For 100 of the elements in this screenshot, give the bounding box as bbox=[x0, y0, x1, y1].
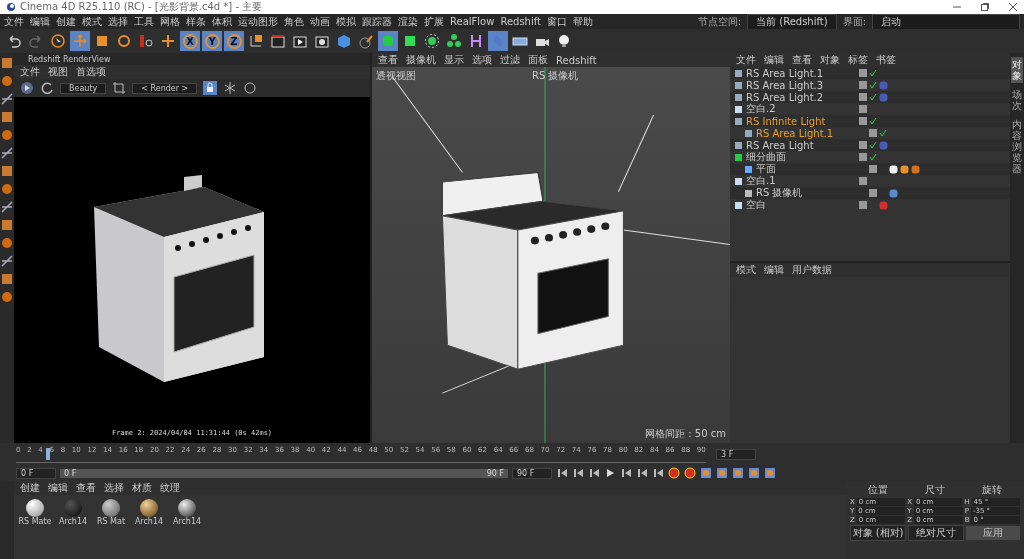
menu-item[interactable]: 过滤 bbox=[500, 53, 520, 67]
menu-item[interactable]: 摄像机 bbox=[406, 53, 436, 67]
menu-item[interactable]: 编辑 bbox=[764, 53, 784, 67]
menu-item[interactable]: 创建 bbox=[56, 14, 76, 29]
menu-item[interactable]: 扩展 bbox=[424, 14, 444, 29]
menu-item[interactable]: 模拟 bbox=[336, 14, 356, 29]
menu-item[interactable]: 创建 bbox=[20, 481, 40, 495]
playhead[interactable] bbox=[46, 447, 50, 460]
object-row[interactable]: 细分曲面 bbox=[730, 151, 1010, 163]
menu-item[interactable]: 窗口 bbox=[547, 14, 567, 29]
object-row[interactable]: RS Area Light bbox=[730, 139, 1010, 151]
menu-item[interactable]: 模式 bbox=[736, 263, 756, 277]
snowflake-icon[interactable] bbox=[223, 81, 238, 95]
menu-item[interactable]: 视图 bbox=[48, 65, 68, 79]
keyframe-icon[interactable] bbox=[700, 467, 712, 479]
menu-item[interactable]: 角色 bbox=[284, 14, 304, 29]
side-tab[interactable]: 内容浏览器 bbox=[1011, 117, 1023, 176]
menu-item[interactable]: 编辑 bbox=[764, 263, 784, 277]
material-ball[interactable] bbox=[26, 499, 44, 517]
end-frame-field[interactable]: 90 F bbox=[512, 467, 552, 479]
menu-item[interactable]: Redshift bbox=[556, 54, 597, 66]
side-tab[interactable]: 场次 bbox=[1011, 87, 1023, 113]
menu-item[interactable]: 显示 bbox=[444, 53, 464, 67]
material-ball[interactable] bbox=[102, 499, 120, 517]
object-row[interactable]: RS Area Light.1 bbox=[730, 127, 1010, 139]
check-icon[interactable] bbox=[869, 141, 877, 149]
crop-icon[interactable] bbox=[112, 81, 127, 95]
circle-icon[interactable] bbox=[243, 81, 258, 95]
axis-lock-button[interactable]: X bbox=[180, 31, 200, 51]
menu-item[interactable]: 选项 bbox=[472, 53, 492, 67]
aov-dropdown[interactable]: Beauty bbox=[60, 82, 107, 94]
playback-button-icon[interactable] bbox=[652, 467, 664, 479]
camera-dropdown[interactable]: < Render > bbox=[132, 82, 198, 94]
material-ball[interactable] bbox=[140, 499, 158, 517]
playback-button-icon[interactable] bbox=[636, 467, 648, 479]
uv-icon[interactable] bbox=[911, 164, 920, 174]
menu-item[interactable]: RealFlow bbox=[450, 16, 495, 27]
menu-item[interactable]: 用户数据 bbox=[792, 263, 832, 277]
menu-item[interactable]: 标签 bbox=[848, 53, 868, 67]
axis-lock-button[interactable]: Y bbox=[202, 31, 222, 51]
playback-button-icon[interactable] bbox=[588, 467, 600, 479]
keyframe-icon[interactable] bbox=[716, 467, 728, 479]
current-frame-field[interactable]: 3 F bbox=[716, 448, 756, 460]
menu-item[interactable]: 网格 bbox=[160, 14, 180, 29]
frame-range-slider[interactable]: 0 F 90 F bbox=[60, 468, 508, 478]
menu-item[interactable]: 样条 bbox=[186, 14, 206, 29]
object-row[interactable]: RS Area Light.2 bbox=[730, 91, 1010, 103]
render-play-icon[interactable] bbox=[20, 81, 34, 95]
menu-item[interactable]: 帮助 bbox=[573, 14, 593, 29]
record-icon[interactable] bbox=[684, 467, 696, 479]
select-tool-button[interactable] bbox=[48, 31, 68, 51]
apply-button[interactable]: 应用 bbox=[966, 526, 1020, 540]
menu-item[interactable]: 查看 bbox=[792, 53, 812, 67]
menu-item[interactable]: Redshift bbox=[500, 16, 541, 27]
axis-lock-button[interactable]: Z bbox=[224, 31, 244, 51]
menu-item[interactable]: 面板 bbox=[528, 53, 548, 67]
check-icon[interactable] bbox=[869, 93, 877, 101]
menu-item[interactable]: 动画 bbox=[310, 14, 330, 29]
check-icon[interactable] bbox=[869, 153, 877, 161]
side-tab[interactable]: 对象 bbox=[1011, 57, 1023, 83]
menu-item[interactable]: 查看 bbox=[76, 481, 96, 495]
menu-item[interactable]: 选择 bbox=[108, 14, 128, 29]
keyframe-icon[interactable] bbox=[732, 467, 744, 479]
protect-icon[interactable] bbox=[879, 200, 888, 210]
close-icon[interactable] bbox=[1008, 2, 1018, 12]
material-ball[interactable] bbox=[178, 499, 196, 517]
playback-button-icon[interactable] bbox=[620, 467, 632, 479]
menu-item[interactable]: 纹理 bbox=[160, 481, 180, 495]
size-mode-dropdown[interactable]: 绝对尺寸 bbox=[908, 525, 964, 541]
playback-button-icon[interactable] bbox=[604, 467, 616, 479]
object-row[interactable]: RS 摄像机 bbox=[730, 187, 1010, 199]
check-icon[interactable] bbox=[879, 129, 887, 137]
object-row[interactable]: 平面 bbox=[730, 163, 1010, 175]
menu-item[interactable]: 书签 bbox=[876, 53, 896, 67]
phong-icon[interactable] bbox=[900, 164, 909, 174]
keyframe-icon[interactable] bbox=[748, 467, 760, 479]
check-icon[interactable] bbox=[869, 81, 877, 89]
coordinate-mode-dropdown[interactable]: 对象 (相对) bbox=[850, 525, 906, 541]
object-row[interactable]: RS Infinite Light bbox=[730, 115, 1010, 127]
lock-icon[interactable] bbox=[203, 81, 218, 95]
playback-button-icon[interactable] bbox=[572, 467, 584, 479]
menu-item[interactable]: 渲染 bbox=[398, 14, 418, 29]
menu-item[interactable]: 文件 bbox=[4, 14, 24, 29]
refresh-icon[interactable] bbox=[40, 81, 54, 95]
start-frame-field[interactable]: 0 F bbox=[16, 467, 56, 479]
menu-item[interactable]: 跟踪器 bbox=[362, 14, 392, 29]
menu-item[interactable]: 体积 bbox=[212, 14, 232, 29]
keyframe-icon[interactable] bbox=[764, 467, 776, 479]
menu-item[interactable]: 文件 bbox=[736, 53, 756, 67]
menu-item[interactable]: 查看 bbox=[378, 53, 398, 67]
record-icon[interactable] bbox=[668, 467, 680, 479]
playback-button-icon[interactable] bbox=[556, 467, 568, 479]
object-row[interactable]: RS Area Light.3 bbox=[730, 79, 1010, 91]
cloner-tool-button[interactable] bbox=[422, 31, 442, 51]
object-row[interactable]: RS Area Light.1 bbox=[730, 67, 1010, 79]
check-icon[interactable] bbox=[869, 117, 877, 125]
menu-item[interactable]: 首选项 bbox=[76, 65, 106, 79]
object-row[interactable]: 空白.2 bbox=[730, 103, 1010, 115]
check-icon[interactable] bbox=[869, 69, 877, 77]
menu-item[interactable]: 编辑 bbox=[48, 481, 68, 495]
